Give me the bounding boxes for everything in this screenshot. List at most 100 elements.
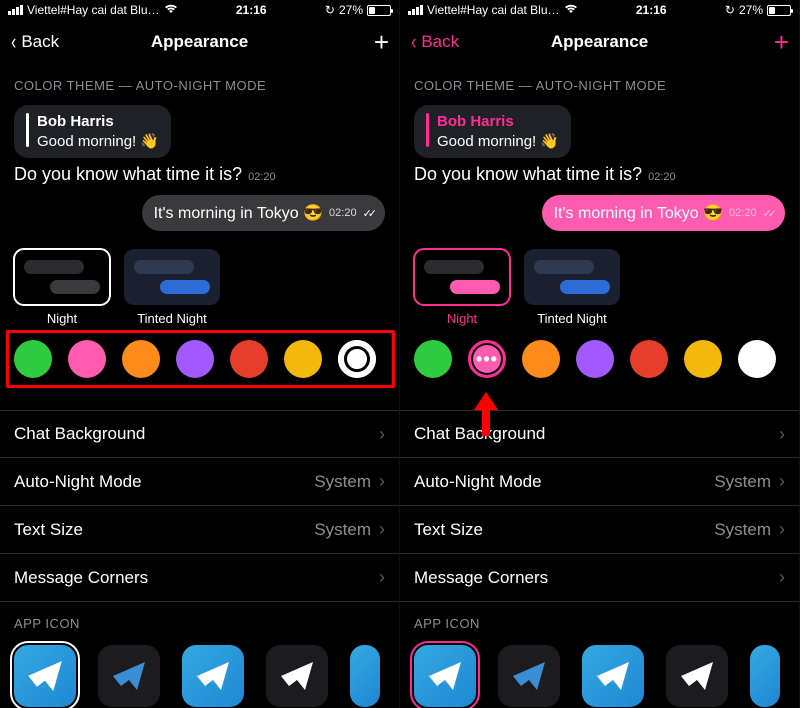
wifi-icon	[564, 3, 578, 17]
app-icon-default[interactable]	[414, 645, 476, 707]
status-bar: Viettel#Hay cai dat Blu… 21:16 ↻ 27%	[400, 0, 799, 20]
paper-plane-icon	[593, 656, 633, 696]
app-icon-blue2[interactable]	[182, 645, 244, 707]
sender-name: Bob Harris	[437, 113, 559, 130]
outgoing-bubble: It's morning in Tokyo 😎 02:20 ✓✓	[142, 195, 385, 231]
row-value: System	[314, 520, 371, 540]
swatch-red[interactable]	[630, 340, 668, 378]
row-value: System	[714, 520, 771, 540]
row-label: Message Corners	[14, 568, 148, 588]
row-label: Text Size	[14, 520, 83, 540]
read-checks-icon: ✓✓	[363, 207, 373, 220]
question-text: Do you know what time it is?	[14, 164, 242, 185]
screen-left: Viettel#Hay cai dat Blu… 21:16 ↻ 27% ‹ B…	[0, 0, 400, 708]
theme-night-label: Night	[447, 311, 477, 326]
row-label: Auto-Night Mode	[14, 472, 142, 492]
back-button[interactable]: ‹ Back	[10, 31, 59, 53]
chevron-right-icon: ›	[379, 567, 385, 588]
app-icon-partial[interactable]	[350, 645, 380, 707]
chevron-right-icon: ›	[379, 519, 385, 540]
swatch-pink-selected[interactable]: •••	[468, 340, 506, 378]
row-text-size[interactable]: Text Size System ›	[0, 506, 399, 554]
paper-plane-icon	[677, 656, 717, 696]
swatch-green[interactable]	[414, 340, 452, 378]
swatch-white[interactable]	[738, 340, 776, 378]
settings-list: Chat Background › Auto-Night Mode System…	[0, 410, 399, 602]
paper-plane-icon	[109, 656, 149, 696]
chevron-right-icon: ›	[379, 471, 385, 492]
paper-plane-icon	[425, 656, 465, 696]
row-chat-background[interactable]: Chat Background ›	[400, 410, 799, 458]
chat-preview: Bob Harris Good morning! 👋 Do you know w…	[0, 101, 399, 241]
outgoing-timestamp: 02:20	[329, 207, 357, 219]
outgoing-text: It's morning in Tokyo 😎	[554, 203, 723, 223]
swatch-white-selected[interactable]	[338, 340, 376, 378]
theme-tinted-night[interactable]: Tinted Night	[524, 249, 620, 326]
incoming-timestamp: 02:20	[648, 171, 676, 183]
app-icon-dark2[interactable]	[666, 645, 728, 707]
paper-plane-icon	[509, 656, 549, 696]
app-icon-default[interactable]	[14, 645, 76, 707]
app-icon-partial[interactable]	[750, 645, 780, 707]
ellipsis-icon: •••	[476, 350, 498, 368]
reply-bar	[426, 113, 429, 147]
reply-bar	[26, 113, 29, 147]
row-text-size[interactable]: Text Size System ›	[400, 506, 799, 554]
annotation-red-box	[6, 330, 395, 388]
swatch-yellow[interactable]	[684, 340, 722, 378]
theme-night-preview	[14, 249, 110, 305]
page-title: Appearance	[0, 32, 399, 52]
paper-plane-icon	[25, 656, 65, 696]
row-message-corners[interactable]: Message Corners ›	[400, 554, 799, 602]
row-chat-background[interactable]: Chat Background ›	[0, 410, 399, 458]
chevron-right-icon: ›	[379, 424, 385, 445]
back-label: Back	[421, 32, 459, 52]
plus-icon: +	[374, 27, 389, 57]
theme-tinted-night[interactable]: Tinted Night	[124, 249, 220, 326]
signal-icon	[408, 5, 423, 15]
read-checks-icon: ✓✓	[763, 207, 773, 220]
theme-tinted-label: Tinted Night	[537, 311, 607, 326]
app-icon-row	[400, 639, 799, 707]
app-icon-dark2[interactable]	[266, 645, 328, 707]
theme-night[interactable]: Night	[14, 249, 110, 326]
theme-tinted-preview	[524, 249, 620, 305]
add-button[interactable]: +	[374, 29, 389, 55]
chevron-right-icon: ›	[779, 424, 785, 445]
row-message-corners[interactable]: Message Corners ›	[0, 554, 399, 602]
swatch-orange[interactable]	[522, 340, 560, 378]
page-title: Appearance	[400, 32, 799, 52]
orientation-lock-icon: ↻	[725, 3, 735, 17]
theme-night-preview	[414, 249, 510, 305]
add-button[interactable]: +	[774, 29, 789, 55]
back-button[interactable]: ‹ Back	[410, 31, 459, 53]
theme-night[interactable]: Night	[414, 249, 510, 326]
status-time: 21:16	[636, 3, 667, 17]
swatch-purple[interactable]	[576, 340, 614, 378]
app-icon-row	[0, 639, 399, 707]
theme-row: Night Tinted Night	[0, 241, 399, 330]
paper-plane-icon	[193, 656, 233, 696]
chat-preview: Bob Harris Good morning! 👋 Do you know w…	[400, 101, 799, 241]
section-color-theme: COLOR THEME — AUTO-NIGHT MODE	[0, 64, 399, 101]
battery-pct: 27%	[739, 3, 763, 17]
app-icon-dark[interactable]	[498, 645, 560, 707]
row-auto-night[interactable]: Auto-Night Mode System ›	[0, 458, 399, 506]
nav-bar: ‹ Back Appearance +	[400, 20, 799, 64]
row-label: Auto-Night Mode	[414, 472, 542, 492]
app-icon-dark[interactable]	[98, 645, 160, 707]
settings-list: Chat Background › Auto-Night Mode System…	[400, 410, 799, 602]
row-value: System	[314, 472, 371, 492]
chevron-right-icon: ›	[779, 567, 785, 588]
nav-bar: ‹ Back Appearance +	[0, 20, 399, 64]
wifi-icon	[164, 3, 178, 17]
outgoing-timestamp: 02:20	[729, 207, 757, 219]
row-auto-night[interactable]: Auto-Night Mode System ›	[400, 458, 799, 506]
app-icon-blue2[interactable]	[582, 645, 644, 707]
chevron-left-icon: ‹	[411, 31, 416, 53]
section-app-icon: APP ICON	[400, 602, 799, 639]
accent-swatch-row	[0, 330, 399, 392]
incoming-text: Good morning! 👋	[437, 132, 559, 150]
incoming-bubble: Bob Harris Good morning! 👋	[14, 105, 171, 158]
incoming-timestamp: 02:20	[248, 171, 276, 183]
